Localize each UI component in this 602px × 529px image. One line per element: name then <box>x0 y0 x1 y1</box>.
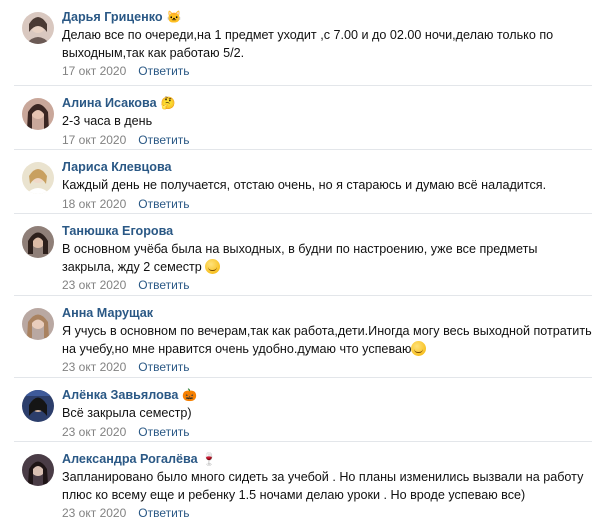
comment-author[interactable]: Александра Рогалёва <box>62 452 198 466</box>
cat-icon: 🐱 <box>166 10 182 24</box>
comment-text: Делаю все по очереди,на 1 предмет уходит… <box>62 28 554 60</box>
comment-text: В основном учёба была на выходных, в буд… <box>62 242 538 274</box>
reply-button[interactable]: Ответить <box>138 506 189 520</box>
wine-glass-icon: 🍷 <box>201 452 217 466</box>
avatar[interactable] <box>22 12 54 44</box>
comment-item: Анна Марущак Я учусь в основном по вечер… <box>0 296 602 378</box>
comment-author[interactable]: Лариса Клевцова <box>62 160 172 174</box>
comment-date: 23 окт 2020 <box>62 360 127 374</box>
comment-author[interactable]: Анна Марущак <box>62 306 153 320</box>
thinking-face-icon: 🤔 <box>160 96 176 110</box>
comment-author[interactable]: Танюшка Егорова <box>62 224 173 238</box>
comment-date: 23 окт 2020 <box>62 424 127 439</box>
comment-item: Алёнка Завьялова 🎃 Всё закрыла семестр) 2… <box>0 378 602 442</box>
comment-date: 23 окт 2020 <box>62 506 127 520</box>
comment-author[interactable]: Дарья Гриценко <box>62 10 163 24</box>
comment-author[interactable]: Алина Исакова <box>62 96 157 110</box>
comment-item: Танюшка Егорова В основном учёба была на… <box>0 214 602 296</box>
winking-face-icon <box>411 340 427 356</box>
comment-text: Запланировано было много сидеть за учебо… <box>62 470 584 502</box>
comment-item: Дарья Гриценко 🐱 Делаю все по очереди,на … <box>0 0 602 86</box>
reply-button[interactable]: Ответить <box>138 133 189 147</box>
avatar[interactable] <box>22 162 54 194</box>
smiling-face-icon <box>205 258 221 274</box>
reply-button[interactable]: Ответить <box>138 278 189 292</box>
avatar[interactable] <box>22 308 54 340</box>
avatar[interactable] <box>22 226 54 258</box>
comment-text: Каждый день не получается, отстаю очень,… <box>62 178 547 192</box>
pumpkin-icon: 🎃 <box>182 388 198 402</box>
comment-item: Лариса Клевцова Каждый день не получаетс… <box>0 150 602 214</box>
comment-text: 2-3 часа в день <box>62 114 153 128</box>
avatar[interactable] <box>22 454 54 486</box>
comment-author[interactable]: Алёнка Завьялова <box>62 388 178 402</box>
reply-button[interactable]: Ответить <box>138 197 189 211</box>
comment-date: 17 окт 2020 <box>62 64 127 78</box>
comment-text: Всё закрыла семестр) <box>62 406 192 420</box>
avatar[interactable] <box>22 98 54 130</box>
comment-date: 17 окт 2020 <box>62 132 127 147</box>
reply-button[interactable]: Ответить <box>138 425 189 439</box>
comment-text: Я учусь в основном по вечерам,так как ра… <box>62 324 592 356</box>
avatar[interactable] <box>22 390 54 422</box>
comment-item: Алина Исакова 🤔 2-3 часа в день 17 окт 20… <box>0 86 602 150</box>
reply-button[interactable]: Ответить <box>138 64 189 78</box>
comment-item: Александра Рогалёва 🍷 Запланировано было … <box>0 442 602 529</box>
comment-date: 23 окт 2020 <box>62 278 127 292</box>
comment-date: 18 окт 2020 <box>62 196 127 211</box>
comments-list: Дарья Гриценко 🐱 Делаю все по очереди,на … <box>0 0 602 529</box>
reply-button[interactable]: Ответить <box>138 360 189 374</box>
